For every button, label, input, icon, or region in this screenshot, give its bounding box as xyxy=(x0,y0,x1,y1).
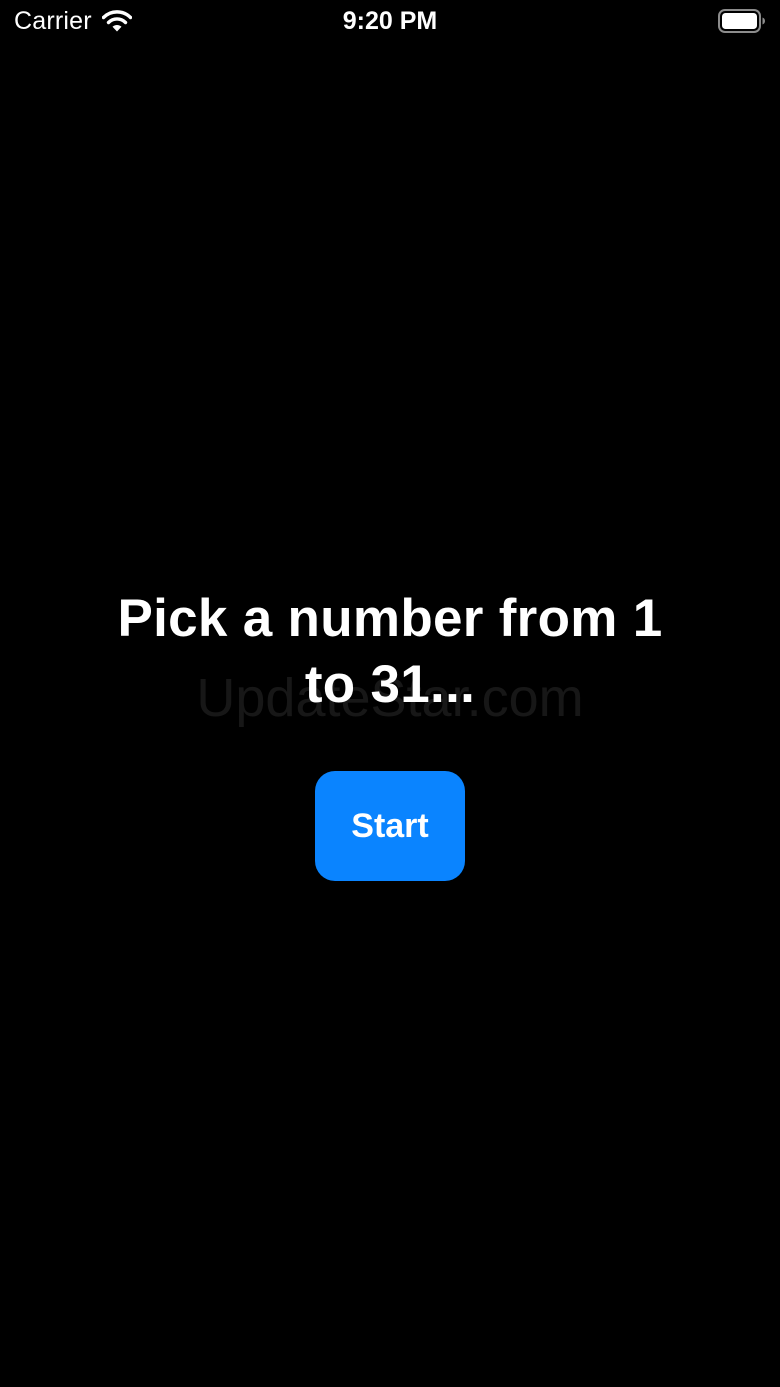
battery-full-icon xyxy=(718,9,765,33)
status-bar: Carrier 9:20 PM xyxy=(0,0,780,44)
status-time: 9:20 PM xyxy=(342,7,438,35)
start-button[interactable]: Start xyxy=(315,771,465,881)
prompt-title: Pick a number from 1 to 31... xyxy=(117,589,663,714)
